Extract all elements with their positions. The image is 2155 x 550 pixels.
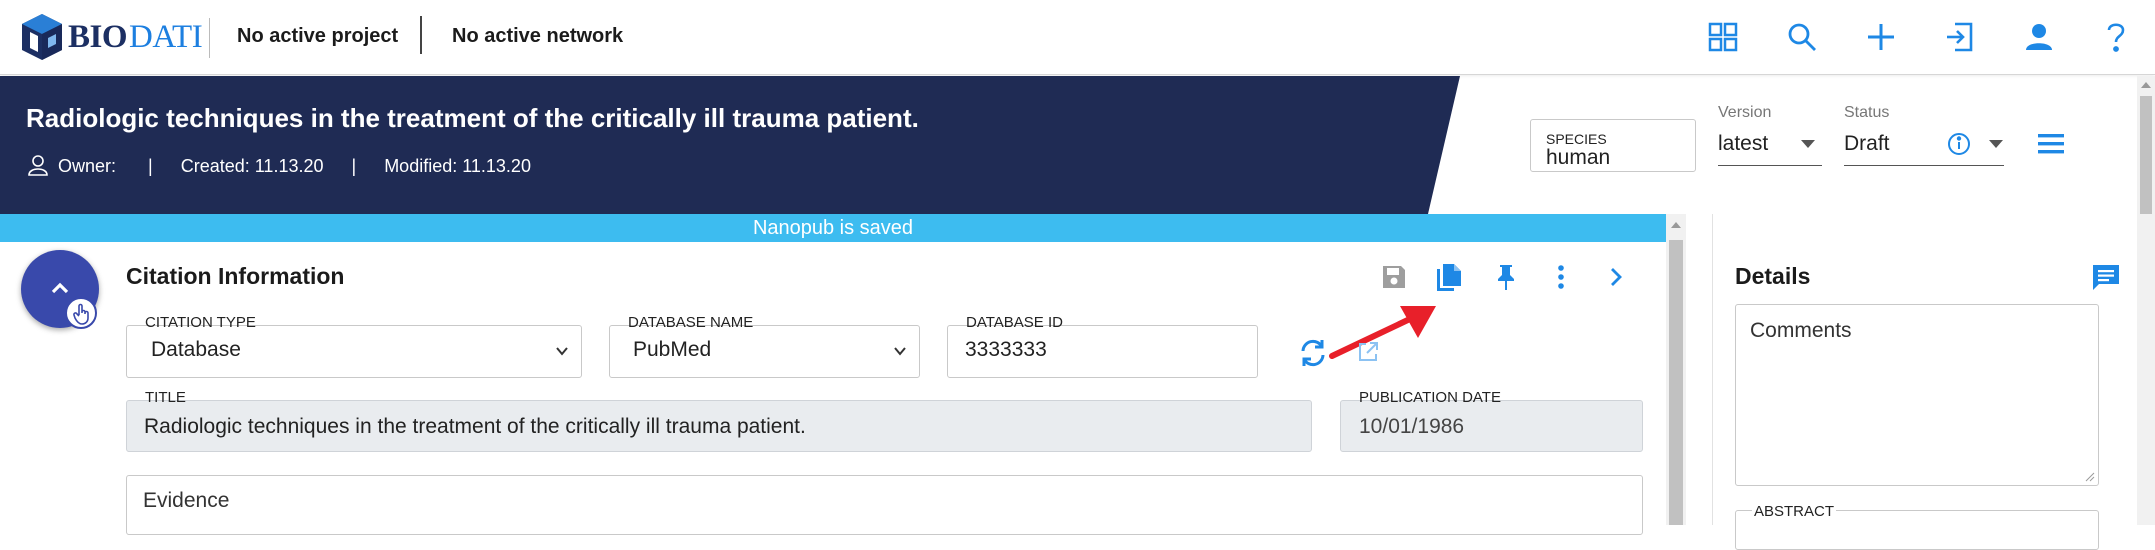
status-underline (1844, 165, 2004, 166)
version-underline (1718, 165, 1822, 166)
scroll-up-arrow[interactable] (1671, 222, 1681, 228)
copy-icon[interactable] (1434, 262, 1464, 292)
abstract-label: ABSTRACT (1752, 503, 1837, 520)
species-field[interactable]: SPECIES human (1530, 119, 1696, 172)
chevron-up-icon (51, 282, 69, 294)
database-name-value: PubMed (633, 338, 712, 361)
scrollbar-thumb[interactable] (2140, 96, 2152, 214)
citation-type-select[interactable]: CITATION TYPE Database (126, 314, 582, 378)
refresh-icon[interactable] (1297, 337, 1329, 369)
active-network-label[interactable]: No active network (452, 25, 623, 48)
section-title: Citation Information (126, 263, 345, 289)
page-title: Radiologic techniques in the treatment o… (26, 103, 919, 133)
top-navbar: BIO DATI No active project No active netw… (0, 0, 2155, 75)
grid-icon[interactable] (1706, 20, 1740, 54)
cube-logo-icon (22, 14, 62, 60)
modified-date: Modified: 11.13.20 (384, 156, 531, 176)
pin-icon[interactable] (1491, 262, 1521, 292)
title-label: TITLE (145, 389, 186, 406)
database-id-value: 3333333 (965, 338, 1047, 361)
save-icon[interactable] (1379, 262, 1409, 292)
scroll-up-arrow[interactable] (2141, 82, 2151, 88)
title-value: Radiologic techniques in the treatment o… (144, 415, 806, 438)
details-title: Details (1735, 263, 1811, 289)
biodati-logo[interactable]: BIO DATI (18, 12, 203, 62)
active-project-label[interactable]: No active project (237, 25, 398, 48)
hand-icon (73, 303, 89, 325)
database-name-label: DATABASE NAME (626, 314, 756, 331)
owner-label: Owner: (58, 156, 117, 176)
scrollbar-thumb[interactable] (1669, 240, 1683, 525)
menu-icon[interactable] (2036, 130, 2066, 158)
logo-text-light: DATI (129, 18, 203, 55)
comment-icon[interactable] (2091, 263, 2121, 291)
citation-type-value: Database (151, 338, 241, 361)
species-label: SPECIES (1546, 131, 1607, 147)
chevron-right-icon[interactable] (1601, 262, 1631, 292)
nav-divider (209, 18, 210, 58)
form-scrollbar[interactable] (1666, 214, 1686, 525)
version-select-value[interactable]: latest (1718, 132, 1768, 156)
more-vertical-icon[interactable] (1546, 262, 1576, 292)
login-icon[interactable] (1943, 20, 1977, 54)
chevron-down-icon (556, 347, 568, 356)
resize-handle-icon[interactable] (2085, 472, 2095, 482)
species-value: human (1546, 146, 1611, 169)
logo-text-bold: BIO (68, 18, 128, 55)
nanopub-meta: Owner: | Created: 11.13.20 | Modified: 1… (26, 154, 531, 177)
annotation-arrow (1329, 306, 1436, 359)
chevron-down-icon[interactable] (1989, 140, 2003, 148)
page-scrollbar[interactable] (2137, 76, 2155, 525)
title-field: TITLE Radiologic techniques in the treat… (126, 389, 1312, 452)
nav-divider (420, 16, 422, 54)
nanopub-header (0, 76, 1460, 214)
publication-date-field: PUBLICATION DATE 10/01/1986 (1340, 389, 1643, 452)
search-icon[interactable] (1785, 20, 1819, 54)
database-id-label: DATABASE ID (964, 314, 1065, 331)
chevron-down-icon[interactable] (1801, 140, 1815, 148)
chevron-down-icon (894, 347, 906, 356)
citation-type-label: CITATION TYPE (143, 314, 258, 331)
help-icon[interactable] (2101, 20, 2131, 54)
version-label: Version (1718, 104, 1772, 121)
user-icon[interactable] (2022, 20, 2056, 54)
evidence-placeholder: Evidence (143, 489, 230, 512)
comments-textarea[interactable]: Comments (1735, 304, 2099, 486)
publication-date-value: 10/01/1986 (1359, 415, 1465, 438)
comments-placeholder: Comments (1750, 319, 1852, 342)
publication-date-label: PUBLICATION DATE (1359, 389, 1501, 406)
evidence-textarea[interactable]: Evidence (126, 475, 1643, 535)
saved-status-banner: Nanopub is saved (0, 214, 1666, 242)
external-link-icon[interactable] (1356, 340, 1380, 364)
database-id-field[interactable]: DATABASE ID 3333333 (947, 314, 1258, 378)
database-name-select[interactable]: DATABASE NAME PubMed (609, 314, 920, 378)
created-date: Created: 11.13.20 (180, 156, 324, 176)
meta-separator: | (148, 156, 153, 176)
info-icon[interactable] (1947, 132, 1971, 156)
status-select-value[interactable]: Draft (1844, 132, 1890, 156)
status-label: Status (1844, 104, 1890, 121)
meta-separator: | (351, 156, 357, 176)
plus-icon[interactable] (1864, 20, 1898, 54)
abstract-field[interactable]: ABSTRACT (1735, 503, 2099, 550)
owner-icon (28, 154, 48, 176)
drag-handle-button[interactable] (65, 297, 97, 329)
